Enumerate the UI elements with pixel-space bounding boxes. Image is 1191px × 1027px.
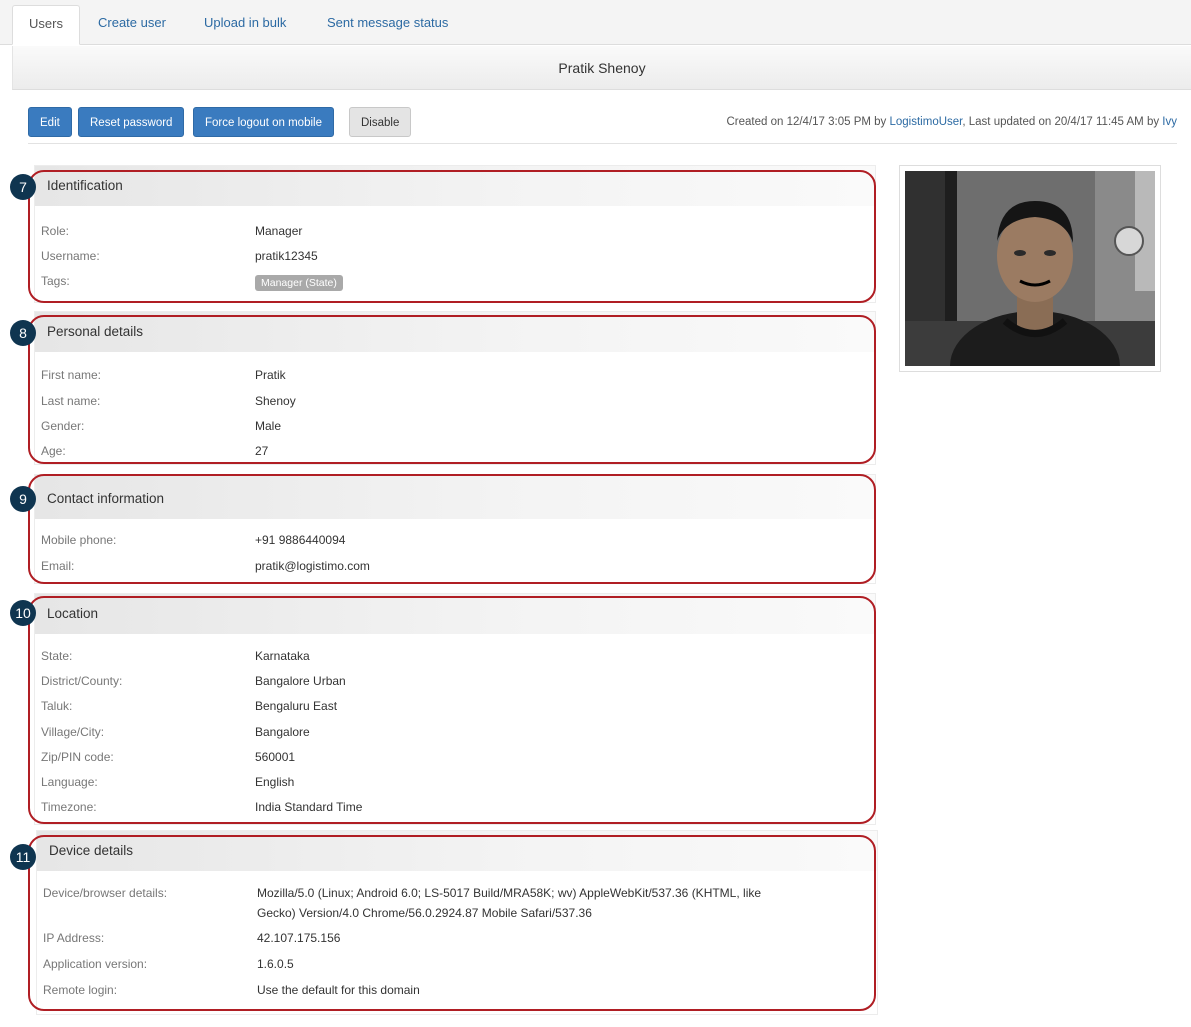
field-value: Manager xyxy=(255,224,303,238)
field-value: 42.107.175.156 xyxy=(257,931,341,945)
field-value: 560001 xyxy=(255,750,296,764)
location-panel: Location State: Karnataka District/Count… xyxy=(34,593,876,825)
field-value: pratik@logistimo.com xyxy=(255,559,370,573)
field-value: pratik12345 xyxy=(255,249,318,263)
tab-bar: Users Create user Upload in bulk Sent me… xyxy=(0,0,1191,45)
disable-button[interactable]: Disable xyxy=(349,107,412,137)
field-label: Language: xyxy=(41,775,98,789)
updated-by-link[interactable]: Ivy xyxy=(1162,116,1177,128)
field-label: Role: xyxy=(41,224,70,238)
field-value: Male xyxy=(255,419,282,433)
field-label: Gender: xyxy=(41,419,85,433)
edit-button[interactable]: Edit xyxy=(28,107,72,137)
field-value: 1.6.0.5 xyxy=(257,957,294,971)
field-value: Gecko) Version/4.0 Chrome/56.0.2924.87 M… xyxy=(257,906,592,920)
step-badge: 7 xyxy=(10,174,36,200)
field-label: First name: xyxy=(41,368,102,382)
tab-create-user[interactable]: Create user xyxy=(82,5,182,45)
field-value: Karnataka xyxy=(255,649,310,663)
section-title: Personal details xyxy=(35,312,875,352)
force-logout-button[interactable]: Force logout on mobile xyxy=(193,107,334,137)
field-label: IP Address: xyxy=(43,931,105,945)
section-title: Contact information xyxy=(35,475,875,519)
field-value: Bengaluru East xyxy=(255,699,338,713)
field-label: Tags: xyxy=(41,274,70,288)
field-value: Bangalore xyxy=(255,725,310,739)
divider xyxy=(28,143,1177,144)
field-value: English xyxy=(255,775,295,789)
section-title: Location xyxy=(35,594,875,634)
step-badge: 10 xyxy=(10,600,36,626)
field-label: Device/browser details: xyxy=(43,886,168,900)
step-badge: 9 xyxy=(10,486,36,512)
audit-info: Created on 12/4/17 3:05 PM by LogistimoU… xyxy=(726,116,1177,128)
page-title: Pratik Shenoy xyxy=(12,46,1191,90)
created-by-link[interactable]: LogistimoUser xyxy=(890,116,963,128)
tag-badge: Manager (State) xyxy=(255,275,343,291)
tab-users[interactable]: Users xyxy=(12,5,80,45)
person-image xyxy=(905,171,1155,366)
section-title: Identification xyxy=(35,166,875,206)
tab-upload-in-bulk[interactable]: Upload in bulk xyxy=(188,5,302,45)
created-text: Created on 12/4/17 3:05 PM by xyxy=(726,116,890,128)
contact-information-panel: Contact information Mobile phone: +91 98… xyxy=(34,474,876,584)
reset-password-button[interactable]: Reset password xyxy=(78,107,185,137)
step-badge: 11 xyxy=(10,844,36,870)
field-label: Mobile phone: xyxy=(41,533,117,547)
personal-details-panel: Personal details First name: Pratik Last… xyxy=(34,311,876,465)
tags-value: Manager (State) xyxy=(255,275,343,291)
field-label: Zip/PIN code: xyxy=(41,750,114,764)
field-label: Age: xyxy=(41,444,66,458)
field-label: Taluk: xyxy=(41,699,73,713)
field-value: India Standard Time xyxy=(255,800,363,814)
field-value: Bangalore Urban xyxy=(255,674,346,688)
tab-sent-message-status[interactable]: Sent message status xyxy=(311,5,464,45)
field-value: Shenoy xyxy=(255,394,296,408)
step-badge: 8 xyxy=(10,320,36,346)
identification-panel: Identification Role: Manager Username: p… xyxy=(34,165,876,303)
field-label: Email: xyxy=(41,559,75,573)
field-value: Mozilla/5.0 (Linux; Android 6.0; LS-5017… xyxy=(257,886,762,900)
profile-photo-frame xyxy=(899,165,1161,372)
profile-photo xyxy=(905,171,1155,366)
updated-text: , Last updated on 20/4/17 11:45 AM by xyxy=(962,116,1163,128)
field-label: Username: xyxy=(41,249,100,263)
field-label: Application version: xyxy=(43,957,148,971)
field-value: Use the default for this domain xyxy=(257,983,420,997)
field-label: District/County: xyxy=(41,674,123,688)
field-label: State: xyxy=(41,649,73,663)
field-label: Village/City: xyxy=(41,725,105,739)
device-details-panel: Device details Device/browser details: M… xyxy=(36,830,878,1015)
field-value: Pratik xyxy=(255,368,286,382)
field-label: Last name: xyxy=(41,394,101,408)
section-title: Device details xyxy=(37,831,877,871)
field-value: 27 xyxy=(255,444,269,458)
field-label: Timezone: xyxy=(41,800,97,814)
field-value: +91 9886440094 xyxy=(255,533,346,547)
field-label: Remote login: xyxy=(43,983,118,997)
